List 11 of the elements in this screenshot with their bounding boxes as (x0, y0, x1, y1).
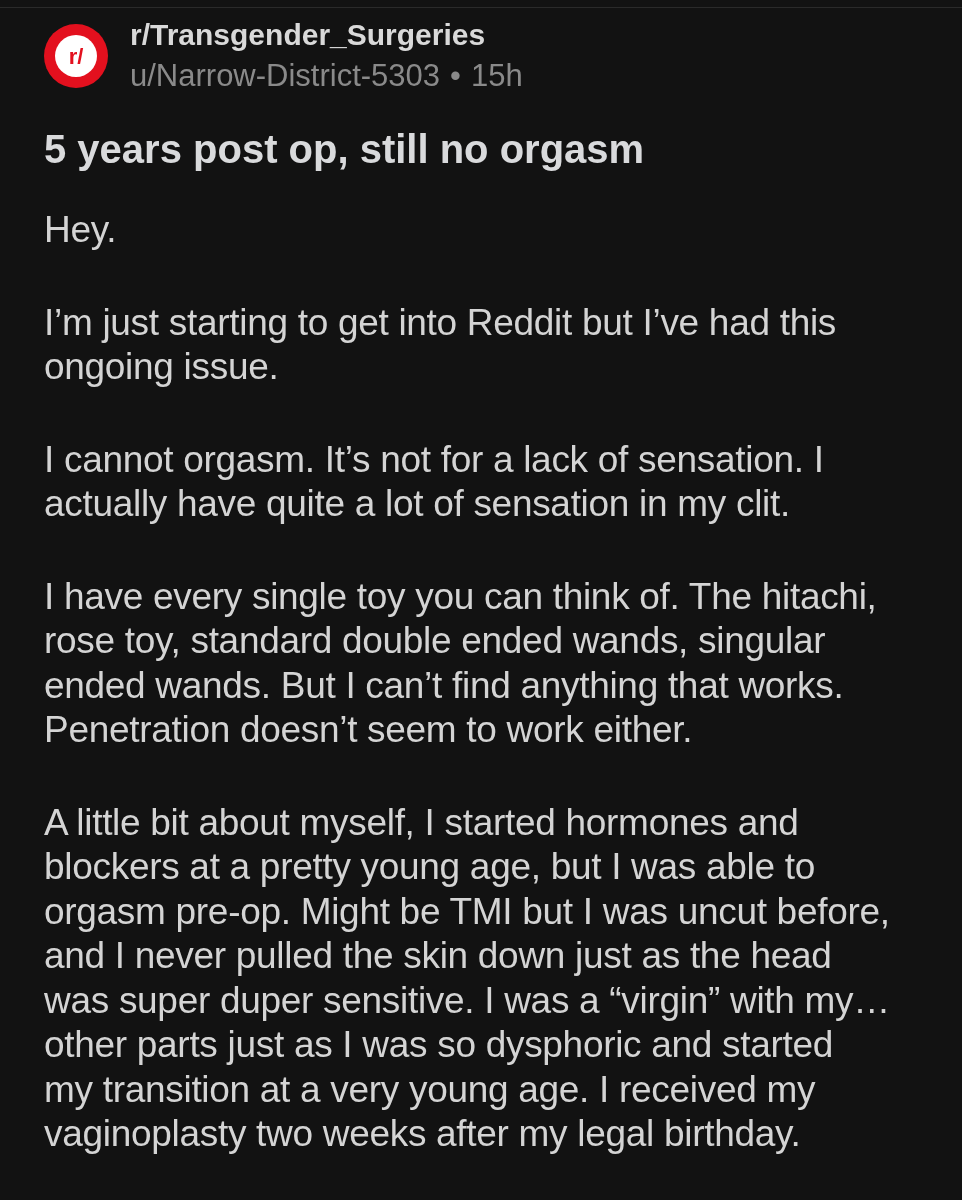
post-paragraph: I’m just starting to get into Reddit but I’ve had this ongoing issue. (44, 300, 838, 389)
post-paragraph: I have every single toy you can think of. The hitachi, rose toy, standard double ended wands, singular ended wands. But I can’t find anything that works. Penetration doesn’t seem to work either. (44, 574, 878, 752)
subreddit-logo[interactable]: r/ (44, 24, 108, 88)
post-paragraph: A little bit about myself, I started hormones and blockers at a pretty young age, but I was able to orgasm pre-op. Might be TMI but I was uncut before, and I never pulled the skin down just as the head was super duper sensitive. I was a “virgin” with my… other parts just as I was so dysphoric and started my transition at a very young age. I received my vaginoplasty two weeks after my legal birthday. (44, 800, 891, 1156)
subreddit-name[interactable]: r/Transgender_Surgeries (130, 18, 523, 52)
post-paragraph: I cannot orgasm. It’s not for a lack of sensation. I actually have quite a lot of sensation in my clit. (44, 437, 825, 526)
separator-dot: • (450, 58, 461, 94)
author-name[interactable]: u/Narrow-District-5303 (130, 58, 441, 94)
post-title: 5 years post op, still no orgasm (44, 126, 646, 172)
post-paragraph: Hey. (44, 208, 118, 252)
post-age: 15h (470, 58, 523, 94)
